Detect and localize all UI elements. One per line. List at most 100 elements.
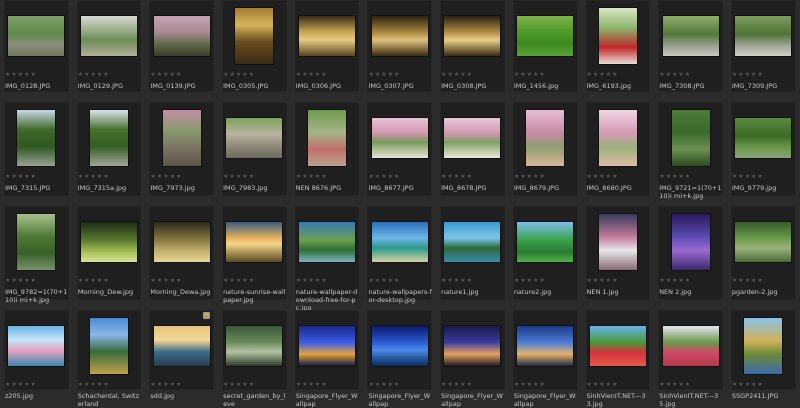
thumbnail-cell[interactable]: ★★★★★ IMG_8677.JPG bbox=[363, 102, 436, 206]
thumbnail-cell[interactable]: ★★★★★ nature-wallpaper-download-free-for-… bbox=[291, 206, 364, 312]
thumbnail-cell[interactable]: ★★★★★ Singapore_Flyer_Wallpap bbox=[509, 310, 582, 408]
rating-stars[interactable]: ★★★★★ bbox=[78, 277, 143, 284]
thumbnail-image[interactable] bbox=[517, 326, 574, 366]
thumbnail-cell[interactable]: ★★★★★ IMG_1456.jpg bbox=[509, 0, 582, 102]
rating-stars[interactable]: ★★★★★ bbox=[659, 277, 724, 284]
rating-stars[interactable]: ★★★★★ bbox=[5, 173, 70, 180]
thumbnail-cell[interactable]: ★★★★★ nature1.jpg bbox=[436, 206, 509, 310]
thumbnail-image[interactable] bbox=[90, 318, 129, 374]
thumbnail-image[interactable] bbox=[735, 118, 792, 158]
thumbnail-cell[interactable]: ★★★★★ IMG_7983.jpg bbox=[218, 102, 291, 206]
rating-stars[interactable]: ★★★★★ bbox=[150, 277, 215, 284]
rating-stars[interactable]: ★★★★★ bbox=[514, 277, 579, 284]
thumbnail-cell[interactable]: ★★★★★ IMG_9782=1(70+110)i mi+k.jpg bbox=[0, 206, 73, 310]
rating-stars[interactable]: ★★★★★ bbox=[5, 71, 70, 78]
thumbnail-image[interactable] bbox=[235, 8, 274, 64]
thumbnail-cell[interactable]: ★★★★★ IMG_9721=1(70+110)i mi+k.jpg bbox=[654, 102, 727, 206]
thumbnail-image[interactable] bbox=[371, 222, 428, 262]
thumbnail-image[interactable] bbox=[226, 222, 283, 262]
thumbnail-cell[interactable]: ★★★★★ IMG_7309.JPG bbox=[727, 0, 800, 102]
thumbnail-image[interactable] bbox=[444, 222, 501, 262]
thumbnail-cell[interactable]: ★★★★★ NEN 2.jpg bbox=[654, 206, 727, 310]
thumbnail-cell[interactable]: ★★★★★ IMG_0139.JPG bbox=[145, 0, 218, 102]
rating-stars[interactable]: ★★★★★ bbox=[368, 173, 433, 180]
thumbnail-image[interactable] bbox=[371, 118, 428, 158]
rating-stars[interactable]: ★★★★★ bbox=[223, 381, 288, 388]
rating-stars[interactable]: ★★★★★ bbox=[150, 381, 215, 388]
thumbnail-image[interactable] bbox=[17, 214, 56, 270]
thumbnail-image[interactable] bbox=[671, 110, 710, 166]
rating-stars[interactable]: ★★★★★ bbox=[368, 277, 433, 284]
rating-stars[interactable]: ★★★★★ bbox=[368, 381, 433, 388]
thumbnail-image[interactable] bbox=[17, 110, 56, 166]
thumbnail-cell[interactable]: ★★★★★ Schachental, Switzerland bbox=[73, 310, 146, 408]
rating-stars[interactable]: ★★★★★ bbox=[78, 71, 143, 78]
thumbnail-cell[interactable]: ★★★★★ IMG_0307.JPG bbox=[363, 0, 436, 102]
rating-stars[interactable]: ★★★★★ bbox=[296, 173, 361, 180]
rating-stars[interactable]: ★★★★★ bbox=[223, 71, 288, 78]
thumbnail-image[interactable] bbox=[81, 16, 138, 56]
rating-stars[interactable]: ★★★★★ bbox=[296, 381, 361, 388]
thumbnail-image[interactable] bbox=[735, 222, 792, 262]
thumbnail-image[interactable] bbox=[598, 110, 637, 166]
rating-stars[interactable]: ★★★★★ bbox=[441, 71, 506, 78]
thumbnail-image[interactable] bbox=[671, 214, 710, 270]
thumbnail-cell[interactable]: ★★★★★ IMG_6193.jpg bbox=[582, 0, 655, 102]
rating-stars[interactable]: ★★★★★ bbox=[441, 277, 506, 284]
rating-stars[interactable]: ★★★★★ bbox=[78, 173, 143, 180]
thumbnail-image[interactable] bbox=[299, 326, 356, 366]
thumbnail-cell[interactable]: ★★★★★ Morning_Dewa.jpg bbox=[145, 206, 218, 310]
thumbnail-image[interactable] bbox=[444, 326, 501, 366]
thumbnail-image[interactable] bbox=[81, 222, 138, 262]
thumbnail-cell[interactable]: ★★★★★ IMG_0128.JPG bbox=[0, 0, 73, 102]
thumbnail-cell[interactable]: ★★★★★ IMG_7315.JPG bbox=[0, 102, 73, 206]
rating-stars[interactable]: ★★★★★ bbox=[514, 173, 579, 180]
thumbnail-image[interactable] bbox=[153, 222, 210, 262]
thumbnail-cell[interactable]: ★★★★★ IMG_0308.JPG bbox=[436, 0, 509, 102]
rating-stars[interactable]: ★★★★★ bbox=[223, 173, 288, 180]
thumbnail-image[interactable] bbox=[662, 16, 719, 56]
thumbnail-image[interactable] bbox=[526, 110, 565, 166]
thumbnail-image[interactable] bbox=[299, 16, 356, 56]
rating-stars[interactable]: ★★★★★ bbox=[732, 381, 797, 388]
thumbnail-cell[interactable]: ★★★★★ IMG_0129.JPG bbox=[73, 0, 146, 102]
rating-stars[interactable]: ★★★★★ bbox=[223, 277, 288, 284]
thumbnail-image[interactable] bbox=[153, 326, 210, 366]
thumbnail-cell[interactable]: ★★★★★ SinhVienIT.NET---33.jpg bbox=[582, 310, 655, 408]
rating-stars[interactable]: ★★★★★ bbox=[732, 71, 797, 78]
thumbnail-cell[interactable]: ★★★★★ nature-sunrise-wallpaper.jpg bbox=[218, 206, 291, 310]
thumbnail-cell[interactable]: ★★★★★ SSGP2411.JPG bbox=[727, 310, 800, 400]
rating-stars[interactable]: ★★★★★ bbox=[296, 277, 361, 284]
thumbnail-image[interactable] bbox=[371, 326, 428, 366]
thumbnail-image[interactable] bbox=[517, 222, 574, 262]
thumbnail-cell[interactable]: ★★★★★ nature-wallpapers-for-desktop.jpg bbox=[363, 206, 436, 310]
thumbnail-image[interactable] bbox=[8, 16, 65, 56]
rating-stars[interactable]: ★★★★★ bbox=[368, 71, 433, 78]
rating-stars[interactable]: ★★★★★ bbox=[659, 173, 724, 180]
thumbnail-cell[interactable]: ★★★★★ z205.jpg bbox=[0, 310, 73, 400]
thumbnail-image[interactable] bbox=[371, 16, 428, 56]
thumbnail-image[interactable] bbox=[308, 110, 347, 166]
rating-stars[interactable]: ★★★★★ bbox=[659, 381, 724, 388]
thumbnail-cell[interactable]: ★★★★★ Singapore_Flyer_Wallpap bbox=[436, 310, 509, 408]
rating-stars[interactable]: ★★★★★ bbox=[441, 173, 506, 180]
rating-stars[interactable]: ★★★★★ bbox=[732, 277, 797, 284]
thumbnail-image[interactable] bbox=[662, 326, 719, 366]
thumbnail-image[interactable] bbox=[226, 118, 283, 158]
thumbnail-image[interactable] bbox=[299, 222, 356, 262]
rating-stars[interactable]: ★★★★★ bbox=[5, 277, 70, 284]
thumbnail-cell[interactable]: ★★★★★ Singapore_Flyer_Wallpap bbox=[363, 310, 436, 408]
thumbnail-cell[interactable]: ★★★★★ NEN 1.jpg bbox=[582, 206, 655, 310]
thumbnail-cell[interactable]: ★★★★★ pgarden-2.jpg bbox=[727, 206, 800, 310]
thumbnail-image[interactable] bbox=[153, 16, 210, 56]
rating-stars[interactable]: ★★★★★ bbox=[732, 173, 797, 180]
rating-stars[interactable]: ★★★★★ bbox=[78, 381, 143, 388]
thumbnail-cell[interactable]: ★★★★★ IMG_0306.JPG bbox=[291, 0, 364, 102]
thumbnail-image[interactable] bbox=[735, 16, 792, 56]
thumbnail-image[interactable] bbox=[162, 110, 201, 166]
thumbnail-cell[interactable]: ★★★★★ IMG_7973.jpg bbox=[145, 102, 218, 206]
rating-stars[interactable]: ★★★★★ bbox=[587, 277, 652, 284]
thumbnail-image[interactable] bbox=[8, 326, 65, 366]
rating-stars[interactable]: ★★★★★ bbox=[150, 71, 215, 78]
rating-stars[interactable]: ★★★★★ bbox=[514, 381, 579, 388]
